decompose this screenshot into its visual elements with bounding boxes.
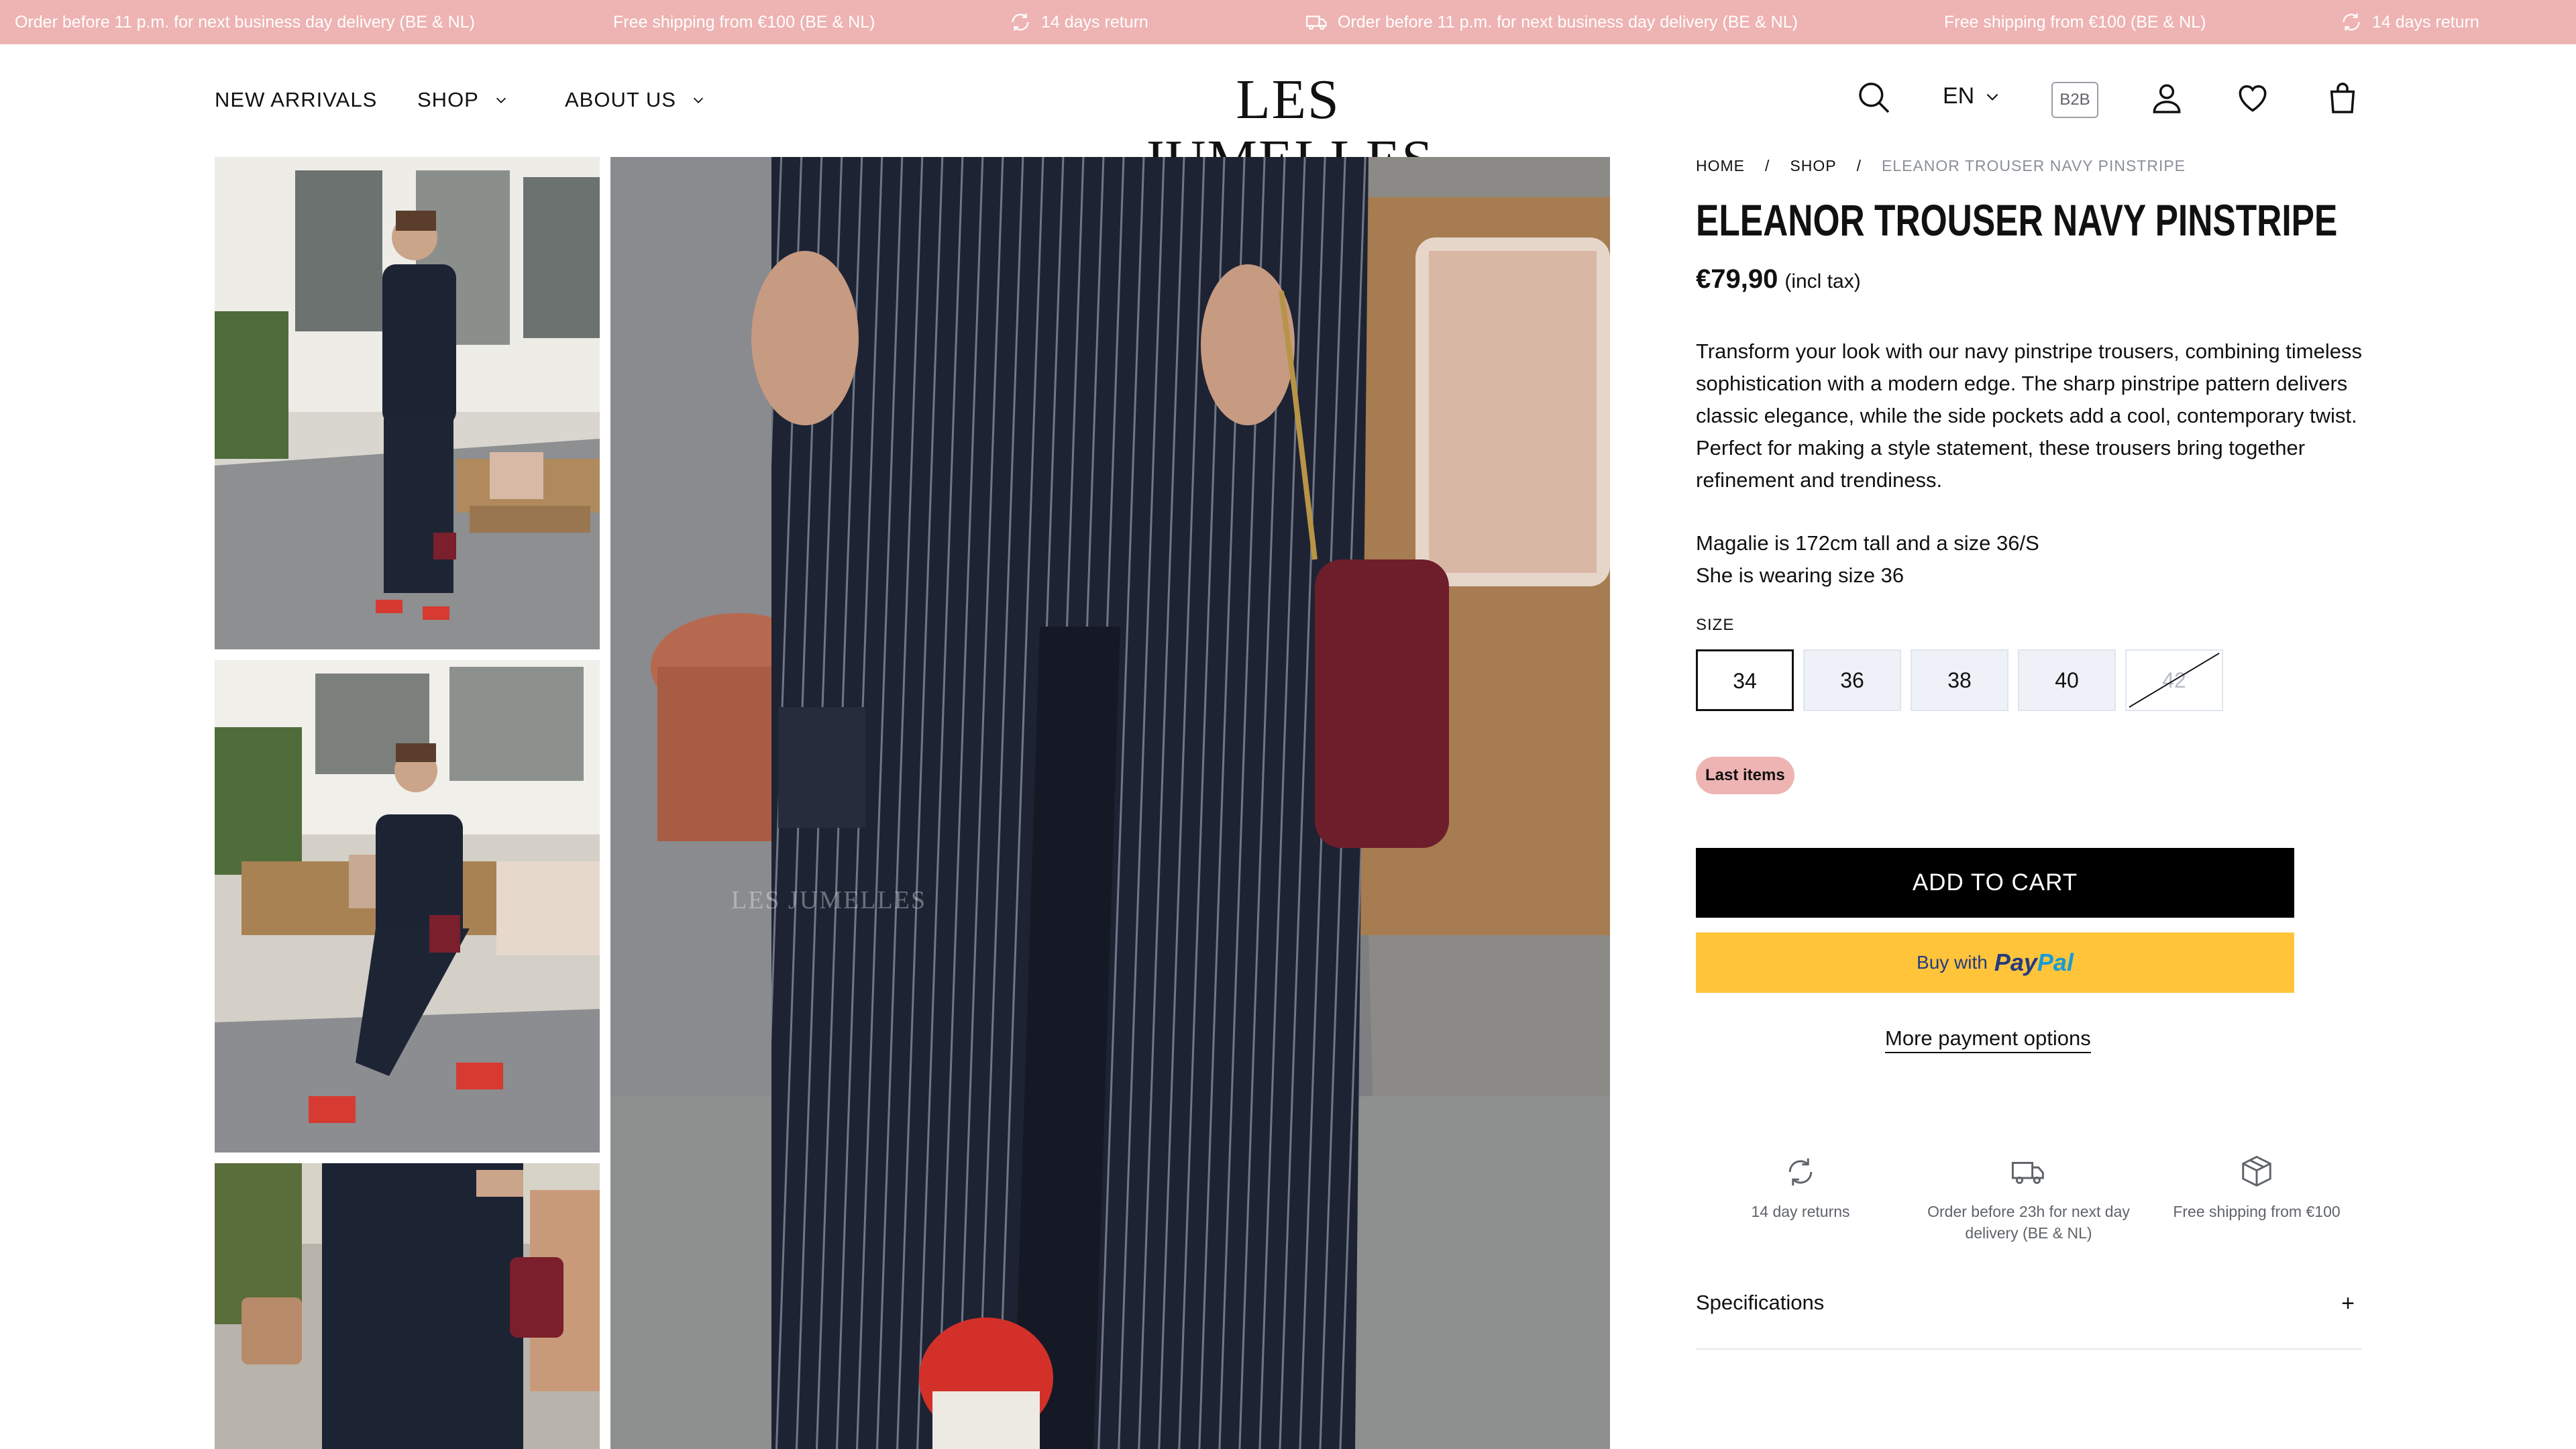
main-photo: LES JUMELLES <box>610 157 1610 1449</box>
product-thumbnail[interactable] <box>215 1163 600 1449</box>
thumbnail-image <box>215 1163 600 1449</box>
breadcrumb-shop[interactable]: SHOP <box>1790 157 1836 175</box>
refresh-icon <box>1012 13 1029 31</box>
breadcrumb-current: ELEANOR TROUSER NAVY PINSTRIPE <box>1881 157 2186 174</box>
usp-delivery: Order before 23h for next day delivery (… <box>1915 1154 2143 1244</box>
product-main-image[interactable]: LES JUMELLES <box>610 157 1610 1449</box>
nav-label: ABOUT US <box>565 88 676 111</box>
language-label: EN <box>1943 83 1975 109</box>
size-selector: 34 36 38 40 42 <box>1696 649 2223 711</box>
stock-badge: Last items <box>1696 757 1794 794</box>
size-option-40[interactable]: 40 <box>2018 649 2116 711</box>
paypal-logo-pay: Pay <box>1994 949 2037 976</box>
paypal-logo-pal: Pal <box>2037 949 2074 976</box>
unavailable-strike-icon <box>2129 653 2220 708</box>
truck-icon <box>2011 1162 2044 1184</box>
chevron-down-icon <box>496 97 506 103</box>
search-icon[interactable] <box>1856 79 1893 117</box>
expand-plus-icon: + <box>2341 1291 2355 1316</box>
nav-label: SHOP <box>417 88 479 111</box>
announcement-item: Free shipping from €100 (BE & NL) <box>613 0 875 44</box>
announcement-item: Order before 11 p.m. for next business d… <box>1305 0 1798 44</box>
wishlist-icon[interactable] <box>2234 79 2271 117</box>
announcement-item: Free shipping from €100 (BE & NL) <box>1944 0 2206 44</box>
breadcrumb: HOME / SHOP / ELEANOR TROUSER NAVY PINST… <box>1696 157 2186 175</box>
breadcrumb-separator: / <box>1856 157 1862 174</box>
more-payment-options-link[interactable]: More payment options <box>1885 1026 2091 1053</box>
truck-icon <box>1305 15 1327 30</box>
announcement-bar: Order before 11 p.m. for next business d… <box>0 0 2576 44</box>
usp-shipping: Free shipping from €100 <box>2143 1154 2371 1222</box>
package-icon <box>2242 1155 2271 1187</box>
product-price: €79,90 (incl tax) <box>1696 264 1861 294</box>
chevron-down-icon <box>693 97 703 103</box>
announcement-item: 14 days return <box>2340 0 2479 44</box>
announcement-text: Order before 11 p.m. for next business d… <box>15 13 475 32</box>
model-size: She is wearing size 36 <box>1696 564 1904 587</box>
cart-icon[interactable] <box>2324 79 2361 117</box>
model-info: Magalie is 172cm tall and a size 36/S Sh… <box>1696 527 2039 592</box>
paypal-button[interactable]: Buy with Pay Pal <box>1696 932 2294 993</box>
price-tax-note: (incl tax) <box>1784 270 1861 292</box>
usp-text: Free shipping from €100 <box>2173 1203 2341 1220</box>
product-thumbnail[interactable] <box>215 157 600 649</box>
size-option-36[interactable]: 36 <box>1803 649 1901 711</box>
watermark-text: LES JUMELLES <box>731 886 926 914</box>
usp-returns: 14 day returns <box>1686 1154 1915 1222</box>
product-description: Transform your look with our navy pinstr… <box>1696 339 2362 492</box>
thumbnail-image <box>215 157 600 649</box>
announcement-text: Order before 11 p.m. for next business d… <box>1338 13 1798 32</box>
nav-new-arrivals[interactable]: NEW ARRIVALS <box>215 83 377 117</box>
size-option-34[interactable]: 34 <box>1696 649 1794 711</box>
usp-text: 14 day returns <box>1751 1203 1850 1220</box>
price-value: €79,90 <box>1696 264 1778 294</box>
size-label: SIZE <box>1696 616 1735 634</box>
specifications-label: Specifications <box>1696 1291 1825 1314</box>
size-option-42[interactable]: 42 <box>2125 649 2223 711</box>
specifications-accordion[interactable]: Specifications + <box>1696 1291 2361 1350</box>
refresh-icon <box>2343 13 2360 31</box>
breadcrumb-separator: / <box>1765 157 1770 174</box>
product-thumbnail[interactable] <box>215 660 600 1152</box>
announcement-item: 14 days return <box>1009 0 1148 44</box>
thumbnail-image <box>215 660 600 1152</box>
refresh-icon <box>1788 1158 1813 1186</box>
brand-logo[interactable]: LES JUMELLES <box>1134 70 1442 191</box>
nav-label: NEW ARRIVALS <box>215 88 378 111</box>
announcement-text: 14 days return <box>1041 13 1148 32</box>
announcement-text: 14 days return <box>2372 13 2479 32</box>
announcement-text: Free shipping from €100 (BE & NL) <box>613 13 875 32</box>
add-to-cart-button[interactable]: ADD TO CART <box>1696 848 2294 918</box>
nav-about-us[interactable]: ABOUT US <box>565 83 706 117</box>
paypal-prefix: Buy with <box>1917 952 1988 973</box>
b2b-button[interactable]: B2B <box>2051 82 2098 118</box>
account-icon[interactable] <box>2148 79 2186 117</box>
model-height: Magalie is 172cm tall and a size 36/S <box>1696 531 2039 555</box>
size-option-38[interactable]: 38 <box>1911 649 2008 711</box>
product-title: ELEANOR TROUSER NAVY PINSTRIPE <box>1696 195 2338 245</box>
nav-shop[interactable]: SHOP <box>417 83 508 117</box>
announcement-text: Free shipping from €100 (BE & NL) <box>1944 13 2206 32</box>
chevron-down-icon <box>1986 93 1998 101</box>
breadcrumb-home[interactable]: HOME <box>1696 157 1745 175</box>
usp-text: Order before 23h for next day delivery (… <box>1927 1203 2130 1242</box>
language-selector[interactable]: EN <box>1943 83 2001 109</box>
announcement-item: Order before 11 p.m. for next business d… <box>15 0 475 44</box>
